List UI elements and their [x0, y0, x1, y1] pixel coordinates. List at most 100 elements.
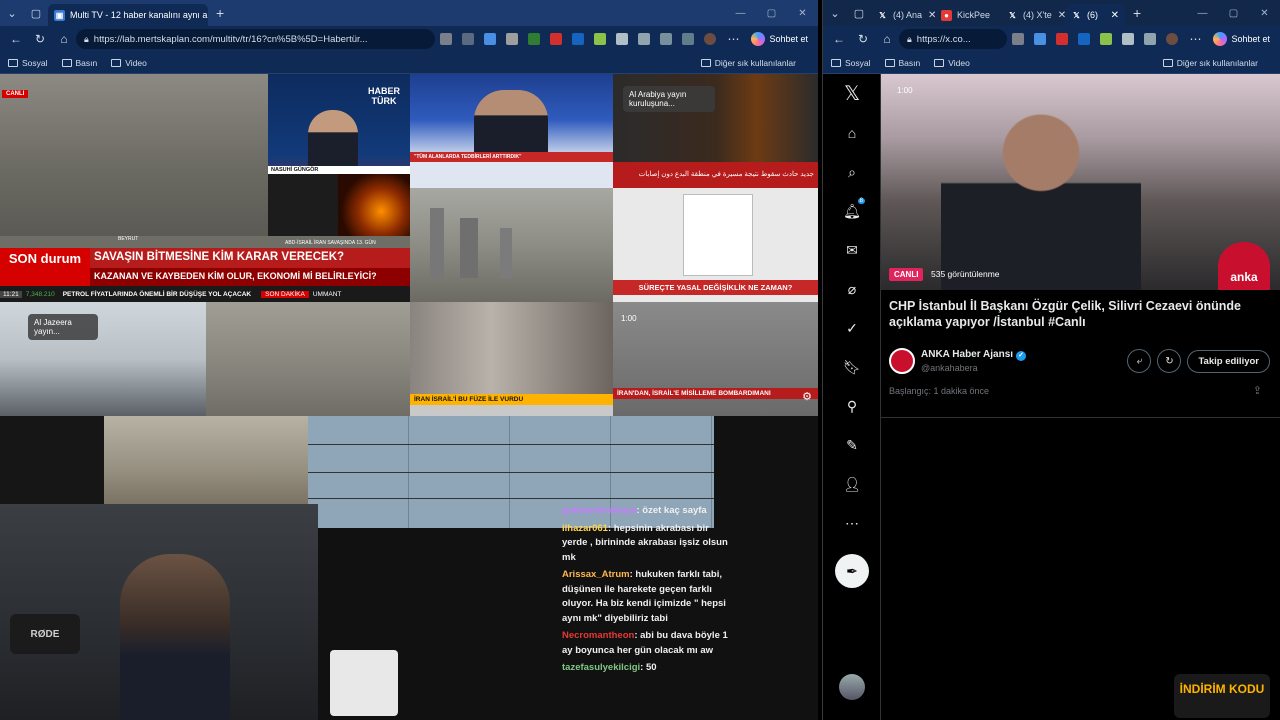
- home-icon[interactable]: ⌂: [52, 28, 76, 50]
- new-tab-button[interactable]: +: [208, 5, 232, 21]
- explore-search-icon[interactable]: ⌕: [841, 161, 863, 183]
- close-window-icon[interactable]: ✕: [787, 8, 818, 19]
- close-tab-icon[interactable]: ✕: [1105, 10, 1119, 21]
- bookmark-basin[interactable]: Basın: [884, 58, 920, 68]
- bookmark-basin[interactable]: Basın: [61, 58, 97, 68]
- profile-avatar[interactable]: [704, 33, 717, 45]
- other-favorites[interactable]: Diğer sık kullanılanlar: [700, 58, 796, 68]
- author-avatar[interactable]: [889, 348, 915, 374]
- workspaces-icon[interactable]: ▢: [847, 0, 871, 26]
- extension-icon[interactable]: [506, 33, 519, 45]
- maximize-icon[interactable]: ▢: [1218, 8, 1249, 19]
- back-icon[interactable]: ←: [827, 28, 851, 50]
- collections-icon[interactable]: [682, 33, 695, 45]
- video-tile-aljazeera[interactable]: Al Jazeera yayın...: [0, 302, 206, 416]
- video-tile-blank[interactable]: [0, 416, 104, 508]
- ticker-tag: SON DAKİKA: [261, 290, 309, 298]
- bookmark-sosyal[interactable]: Sosyal: [8, 58, 48, 68]
- share-icon[interactable]: ⇪: [1253, 384, 1262, 397]
- profile-avatar[interactable]: [1166, 33, 1179, 45]
- reader-icon[interactable]: [440, 33, 453, 45]
- tab-multitv[interactable]: ▣ Multi TV - 12 haber kanalını aynı a ✕: [48, 4, 208, 26]
- author-info: ANKA Haber Ajansı ✓ @ankahabera: [915, 349, 1121, 373]
- video-tile-city[interactable]: [104, 416, 308, 508]
- aljazeera-overlay[interactable]: Al Jazeera yayın...: [28, 314, 98, 340]
- extension-green-icon[interactable]: [528, 33, 541, 45]
- extension-red-icon[interactable]: [1056, 33, 1069, 45]
- favorite-star-icon[interactable]: [1034, 33, 1047, 45]
- bookmark-sosyal[interactable]: Sosyal: [831, 58, 871, 68]
- extension-red-icon[interactable]: [550, 33, 563, 45]
- split-screen-icon[interactable]: [638, 33, 651, 45]
- favorites-icon[interactable]: [660, 33, 673, 45]
- more-circle-icon[interactable]: ⋯: [841, 512, 863, 534]
- subscribe-icon[interactable]: ⤶: [1127, 349, 1152, 373]
- author-name-row[interactable]: ANKA Haber Ajansı ✓: [921, 349, 1121, 361]
- following-button[interactable]: Takip ediliyor: [1187, 349, 1270, 373]
- more-icon[interactable]: ⋯: [1183, 28, 1207, 50]
- video-tile-city-haze[interactable]: [206, 302, 410, 416]
- video-tile-iran-israil[interactable]: İRAN İSRAİL'İ BU FÜZE İLE VURDU: [410, 302, 613, 416]
- extension-lime-icon[interactable]: [1100, 33, 1113, 45]
- tab-x-2[interactable]: 𝕏 (4) X'te ✕: [1001, 4, 1065, 26]
- profile-person-icon[interactable]: 👤︎: [841, 473, 863, 495]
- address-bar[interactable]: 🔒︎ https://x.co...: [899, 29, 1008, 49]
- sync-icon[interactable]: [616, 33, 629, 45]
- extension-lime-icon[interactable]: [594, 33, 607, 45]
- video-tile-haberturk[interactable]: CANLI HABER TÜRK NASUHİ GÜNGÖR BEYRUT AB…: [0, 74, 410, 302]
- close-window-icon[interactable]: ✕: [1249, 8, 1280, 19]
- communities-icon[interactable]: ✎: [841, 434, 863, 456]
- minimize-icon[interactable]: —: [1187, 8, 1218, 19]
- streamer-figure: [120, 554, 230, 720]
- lists-check-icon[interactable]: ✓: [841, 317, 863, 339]
- split-screen-icon[interactable]: [1144, 33, 1157, 45]
- sync-icon[interactable]: [1122, 33, 1135, 45]
- x-logo-icon[interactable]: 𝕏: [841, 82, 863, 105]
- maximize-icon[interactable]: ▢: [756, 8, 787, 19]
- home-icon[interactable]: ⌂: [841, 122, 863, 144]
- bookmark-video[interactable]: Video: [111, 58, 147, 68]
- tab-actions-chevron-icon[interactable]: ⌄: [823, 0, 847, 26]
- refresh-icon[interactable]: ↻: [28, 28, 52, 50]
- video-tile-alarabiya[interactable]: Al Arabiya yayın kuruluşuna... جديد حادث…: [613, 74, 818, 188]
- favorite-star-icon[interactable]: [484, 33, 497, 45]
- account-avatar[interactable]: [839, 674, 865, 700]
- other-favorites[interactable]: Diğer sık kullanılanlar: [1162, 58, 1258, 68]
- minimize-icon[interactable]: —: [725, 8, 756, 19]
- tab-actions-chevron-icon[interactable]: ⌄: [0, 0, 24, 26]
- read-aloud-icon[interactable]: [462, 33, 475, 45]
- jobs-icon[interactable]: ⚲: [841, 395, 863, 417]
- tab-x-active[interactable]: 𝕏 (6) ✕: [1065, 4, 1125, 26]
- close-tab-icon[interactable]: ✕: [1052, 10, 1065, 21]
- video-tile-tvnet[interactable]: "TÜM ALANLARDA TEDBİRLERİ ARTTIRDIK": [410, 74, 613, 188]
- more-icon[interactable]: ⋯: [721, 28, 745, 50]
- translate-icon[interactable]: [1078, 33, 1091, 45]
- refresh-icon[interactable]: ↻: [851, 28, 875, 50]
- close-tab-icon[interactable]: ✕: [922, 10, 935, 21]
- copilot-button[interactable]: Sohbet et: [745, 32, 814, 46]
- video-tile-skyline[interactable]: [410, 188, 613, 302]
- video-tile-newspaper[interactable]: SÜREÇTE YASAL DEĞİŞİKLİK NE ZAMAN?: [613, 188, 818, 302]
- home-icon[interactable]: ⌂: [875, 28, 899, 50]
- anka-logo: anka: [1218, 242, 1270, 290]
- tab-x-1[interactable]: 𝕏 (4) Ana ✕: [871, 4, 935, 26]
- compose-post-button[interactable]: ✒: [835, 554, 869, 588]
- notifications-bell-icon[interactable]: 🔔︎ 8: [841, 198, 865, 222]
- grok-icon[interactable]: ⌀: [841, 278, 863, 300]
- reader-icon[interactable]: [1012, 33, 1025, 45]
- translate-icon[interactable]: [572, 33, 585, 45]
- copilot-button[interactable]: Sohbet et: [1207, 32, 1276, 46]
- new-tab-button[interactable]: +: [1125, 5, 1149, 21]
- workspaces-icon[interactable]: ▢: [24, 0, 48, 26]
- bookmark-video[interactable]: Video: [934, 58, 970, 68]
- bookmarks-icon[interactable]: 🔖︎: [841, 356, 863, 378]
- messages-mail-icon[interactable]: ✉: [841, 239, 863, 261]
- tab-kick[interactable]: ● KickPee: [935, 4, 1001, 26]
- notify-icon[interactable]: ↻: [1157, 349, 1182, 373]
- alarabiya-overlay[interactable]: Al Arabiya yayın kuruluşuna...: [623, 86, 715, 112]
- live-video-player[interactable]: 1:00 anka CANLI 535 görüntülenme: [881, 74, 1280, 290]
- video-tile-misilleme[interactable]: 1:00 İRAN'DAN, İSRAİL'E MİSİLLEME BOMBAR…: [613, 302, 818, 416]
- back-icon[interactable]: ←: [4, 28, 28, 50]
- address-bar[interactable]: 🔒︎ https://lab.mertskaplan.com/multitv/t…: [76, 29, 436, 49]
- settings-gear-icon[interactable]: ⚙: [802, 390, 812, 403]
